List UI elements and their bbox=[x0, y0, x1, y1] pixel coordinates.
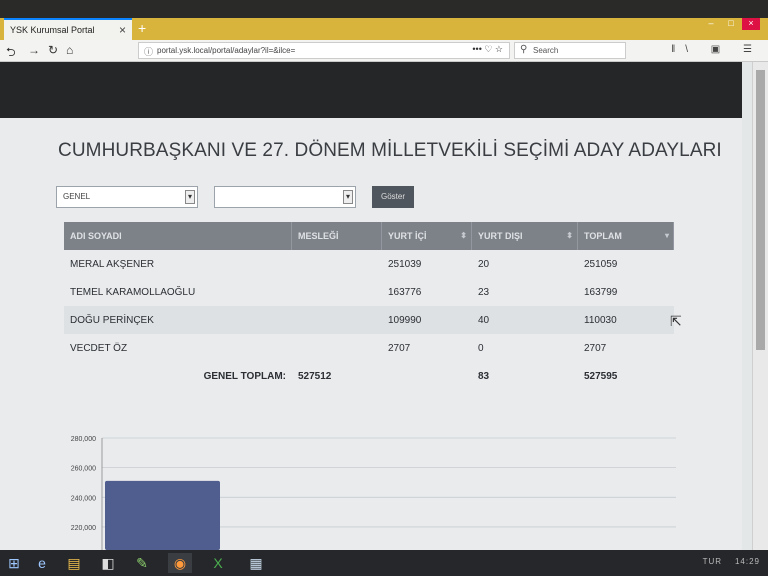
cell-name: DOĞU PERİNÇEK bbox=[70, 315, 154, 326]
cell-job bbox=[292, 250, 382, 278]
clock[interactable]: 14:29 bbox=[735, 557, 760, 566]
cell-abroad: 20 bbox=[478, 259, 490, 270]
site-info-icon[interactable]: ⓘ bbox=[144, 45, 153, 58]
cell-total: 110030 bbox=[584, 315, 617, 326]
window-controls: – □ × bbox=[702, 18, 760, 30]
search-input[interactable]: ⚲ Search bbox=[514, 42, 626, 59]
table-row[interactable]: MERAL AKŞENER 251039 20 251059 bbox=[64, 250, 674, 278]
table-row[interactable]: DOĞU PERİNÇEK 109990 40 110030 bbox=[64, 306, 674, 334]
cell-job bbox=[292, 334, 382, 362]
search-placeholder: Search bbox=[533, 46, 559, 55]
minimize-icon[interactable]: – bbox=[702, 18, 720, 30]
sort-desc-icon[interactable]: ▾ bbox=[665, 231, 669, 240]
search-icon: ⚲ bbox=[520, 44, 528, 55]
total-domestic: 527512 bbox=[298, 371, 332, 382]
total-sum: 527595 bbox=[584, 371, 618, 382]
tab-title: YSK Kurumsal Portal bbox=[10, 25, 95, 35]
sort-icon[interactable]: ⬍ bbox=[566, 231, 573, 240]
cell-name: TEMEL KARAMOLLAOĞLU bbox=[70, 287, 196, 298]
taskbar: ⊞ e ▤ ◧ ✎ ◉ X ▦ TUR 14:29 bbox=[0, 550, 768, 576]
file-explorer-icon[interactable]: ▤ bbox=[62, 553, 86, 573]
back-icon[interactable]: ⮌ bbox=[6, 43, 16, 64]
y-tick-label: 280,000 bbox=[71, 436, 96, 443]
home-icon[interactable]: ⌂ bbox=[66, 43, 73, 57]
cell-domestic: 109990 bbox=[388, 315, 422, 326]
header-abroad-label: YURT DIŞI bbox=[478, 231, 523, 241]
table-row[interactable]: TEMEL KARAMOLLAOĞLU 163776 23 163799 bbox=[64, 278, 674, 306]
excel-icon[interactable]: X bbox=[206, 553, 230, 573]
edge-icon[interactable]: e bbox=[30, 553, 54, 573]
y-tick-label: 240,000 bbox=[71, 495, 96, 502]
cell-domestic: 163776 bbox=[388, 287, 422, 298]
header-domestic[interactable]: YURT İÇİ ⬍ bbox=[382, 222, 472, 250]
address-bar[interactable]: ⓘ portal.ysk.local/portal/adaylar?il=&il… bbox=[138, 42, 510, 59]
cell-name: VECDET ÖZ bbox=[70, 343, 128, 354]
firefox-icon[interactable]: ◉ bbox=[168, 553, 192, 573]
filter-select-2[interactable]: ▾ bbox=[214, 186, 356, 208]
site-header bbox=[0, 62, 742, 118]
total-row: GENEL TOPLAM: 527512 83 527595 bbox=[64, 362, 674, 390]
filter-select-1[interactable]: GENEL ▾ bbox=[56, 186, 198, 208]
header-job[interactable]: MESLEĞİ bbox=[292, 222, 382, 250]
maximize-icon[interactable]: □ bbox=[722, 18, 740, 30]
browser-window: YSK Kurumsal Portal × + – □ × ⮌ → ↻ ⌂ ⓘ … bbox=[0, 0, 768, 576]
cell-job bbox=[292, 278, 382, 306]
cell-domestic: 2707 bbox=[388, 343, 411, 354]
page-title: CUMHURBAŞKANI VE 27. DÖNEM MİLLETVEKİLİ … bbox=[58, 140, 722, 161]
table-row[interactable]: VECDET ÖZ 2707 0 2707 bbox=[64, 334, 674, 362]
start-icon[interactable]: ⊞ bbox=[2, 553, 26, 573]
cell-total: 251059 bbox=[584, 259, 618, 270]
header-total[interactable]: TOPLAM ▾ bbox=[578, 222, 674, 250]
candidates-table: ADI SOYADI MESLEĞİ YURT İÇİ ⬍ YURT DIŞI ⬍ … bbox=[64, 222, 674, 390]
filter-select-1-value: GENEL bbox=[63, 192, 91, 201]
store-icon[interactable]: ◧ bbox=[96, 553, 120, 573]
total-label: GENEL TOPLAM: bbox=[203, 371, 286, 382]
title-bar: YSK Kurumsal Portal × + – □ × bbox=[0, 18, 768, 40]
new-tab-button[interactable]: + bbox=[138, 20, 146, 36]
show-button[interactable]: Göster bbox=[372, 186, 414, 208]
cell-abroad: 0 bbox=[478, 343, 484, 354]
forward-icon[interactable]: → bbox=[28, 43, 40, 57]
toolbar-icons[interactable]: ‖\ ▣ ☰ bbox=[671, 44, 762, 55]
votes-bar-chart: 280,000260,000240,000220,000200,000 bbox=[71, 436, 676, 550]
page-actions[interactable]: ••• ♡ ☆ bbox=[472, 44, 503, 55]
scrollbar-thumb[interactable] bbox=[756, 70, 765, 350]
vertical-scrollbar[interactable] bbox=[752, 62, 768, 550]
url-text: portal.ysk.local/portal/adaylar?il=&ilce… bbox=[157, 46, 296, 55]
bar[interactable] bbox=[105, 480, 220, 550]
cell-domestic: 251039 bbox=[388, 259, 422, 270]
close-window-icon[interactable]: × bbox=[742, 18, 760, 30]
header-total-label: TOPLAM bbox=[584, 231, 622, 241]
screen-top-band bbox=[0, 0, 768, 18]
header-abroad[interactable]: YURT DIŞI ⬍ bbox=[472, 222, 578, 250]
language-indicator[interactable]: TUR bbox=[703, 557, 722, 566]
cell-total: 2707 bbox=[584, 343, 607, 354]
table-header: ADI SOYADI MESLEĞİ YURT İÇİ ⬍ YURT DIŞI ⬍ … bbox=[64, 222, 674, 250]
sort-icon[interactable]: ⬍ bbox=[460, 231, 467, 240]
cell-abroad: 40 bbox=[478, 315, 490, 326]
app-icon[interactable]: ▦ bbox=[244, 553, 268, 573]
header-name[interactable]: ADI SOYADI bbox=[64, 222, 292, 250]
header-domestic-label: YURT İÇİ bbox=[388, 231, 427, 241]
main-content: CUMHURBAŞKANI VE 27. DÖNEM MİLLETVEKİLİ … bbox=[0, 118, 742, 550]
cell-abroad: 23 bbox=[478, 287, 490, 298]
cell-name: MERAL AKŞENER bbox=[70, 259, 155, 270]
chevron-down-icon[interactable]: ▾ bbox=[185, 190, 195, 204]
mouse-cursor-icon: ⇱ bbox=[670, 313, 682, 329]
browser-tab[interactable]: YSK Kurumsal Portal × bbox=[4, 18, 132, 40]
y-tick-label: 220,000 bbox=[71, 525, 96, 532]
chevron-down-icon[interactable]: ▾ bbox=[343, 190, 353, 204]
cell-total: 163799 bbox=[584, 287, 618, 298]
system-tray: TUR 14:29 bbox=[703, 557, 760, 566]
reload-icon[interactable]: ↻ bbox=[48, 43, 58, 57]
notepad-icon[interactable]: ✎ bbox=[130, 553, 154, 573]
total-abroad: 83 bbox=[478, 371, 490, 382]
navigation-bar: ⮌ → ↻ ⌂ ⓘ portal.ysk.local/portal/adayla… bbox=[0, 40, 768, 62]
y-tick-label: 260,000 bbox=[71, 466, 96, 473]
close-tab-icon[interactable]: × bbox=[119, 23, 126, 37]
cell-job bbox=[292, 306, 382, 334]
